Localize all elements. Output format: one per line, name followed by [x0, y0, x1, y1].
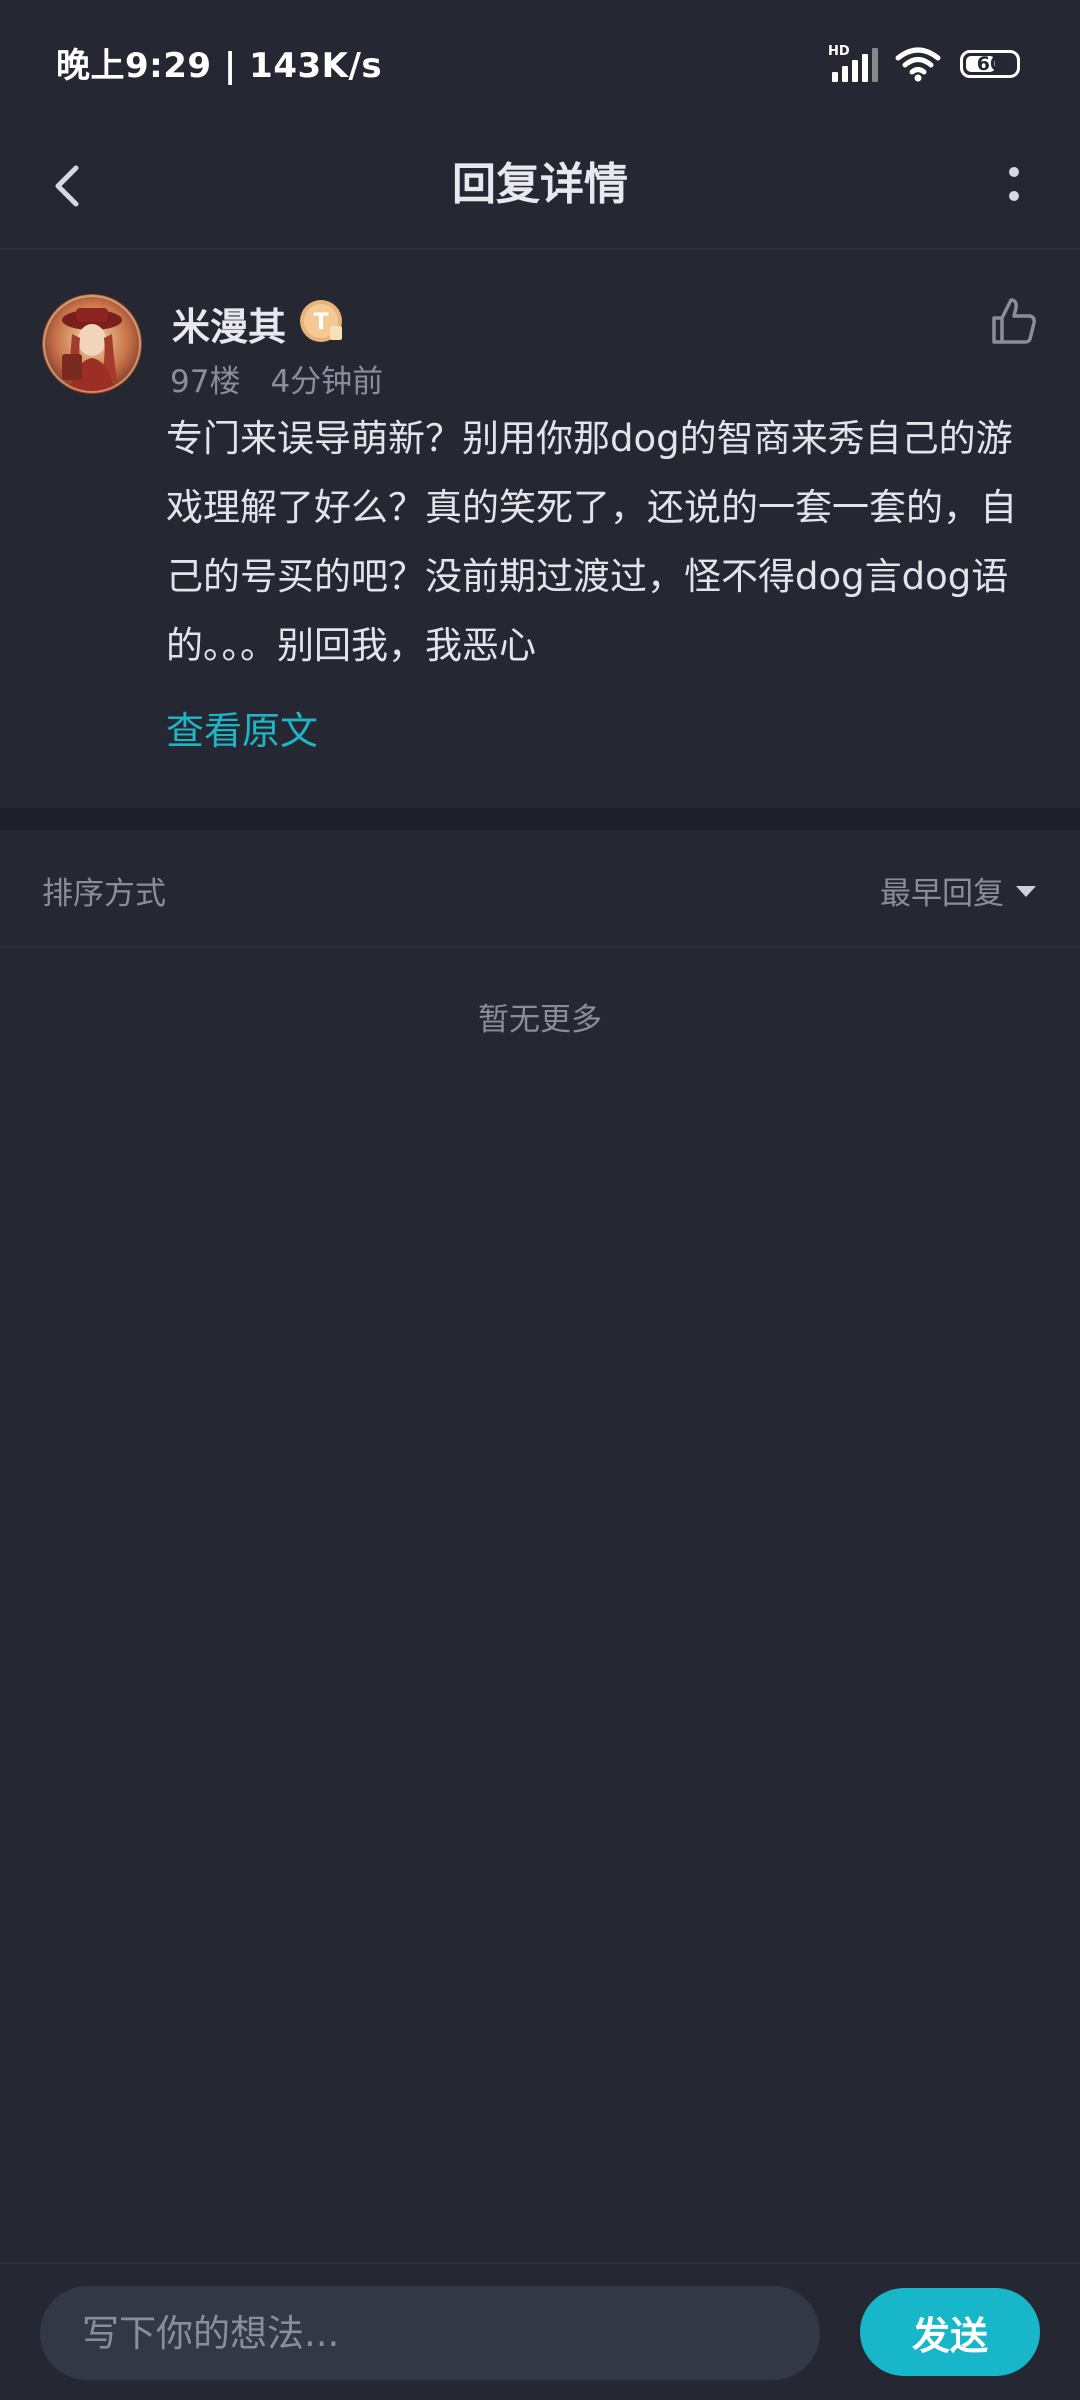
- status-icons: HD 60: [828, 40, 1020, 88]
- more-vertical-icon[interactable]: [984, 150, 1044, 222]
- level-badge-icon: T: [300, 300, 342, 342]
- post-time: 4分钟前: [270, 364, 384, 400]
- sort-label: 排序方式: [42, 876, 166, 912]
- comment-card: 米漫其 T 97楼 4分钟前 专门来误导萌新？别用你那dog的智商来秀自己的游戏…: [0, 252, 1080, 808]
- sort-dropdown[interactable]: 最早回复: [880, 868, 1038, 913]
- comment-meta: 97楼 4分钟前: [170, 356, 383, 401]
- section-divider: [0, 808, 1080, 830]
- status-bar: 晚上9:29 | 143K/s HD 60: [0, 0, 1080, 126]
- comment-text: 专门来误导萌新？别用你那dog的智商来秀自己的游戏理解了好么？真的笑死了，还说的…: [166, 417, 1017, 667]
- reply-input[interactable]: [40, 2286, 820, 2380]
- hd-label: HD: [828, 44, 850, 59]
- page-title: 回复详情: [452, 159, 628, 210]
- nav-bar: 回复详情: [0, 126, 1080, 250]
- sort-selected-value: 最早回复: [880, 876, 1004, 912]
- wifi-icon: [895, 47, 941, 82]
- battery-icon: 60: [960, 50, 1020, 78]
- signal-icon: HD: [828, 44, 878, 84]
- avatar[interactable]: [42, 294, 142, 394]
- svg-text:T: T: [313, 310, 328, 335]
- floor-number: 97楼: [170, 364, 241, 400]
- sort-row: 排序方式 最早回复: [0, 830, 1080, 948]
- status-time: 晚上9:29 | 143K/s: [56, 46, 383, 86]
- send-button[interactable]: 发送: [860, 2288, 1040, 2376]
- username[interactable]: 米漫其: [172, 296, 286, 351]
- empty-note: 暂无更多: [478, 1002, 602, 1038]
- battery-level: 60: [976, 53, 1004, 75]
- composer-bar: 发送: [0, 2262, 1080, 2400]
- thumbs-up-icon[interactable]: [984, 292, 1042, 350]
- caret-down-icon: [1016, 885, 1036, 897]
- view-original-link[interactable]: 查看原文: [166, 700, 318, 755]
